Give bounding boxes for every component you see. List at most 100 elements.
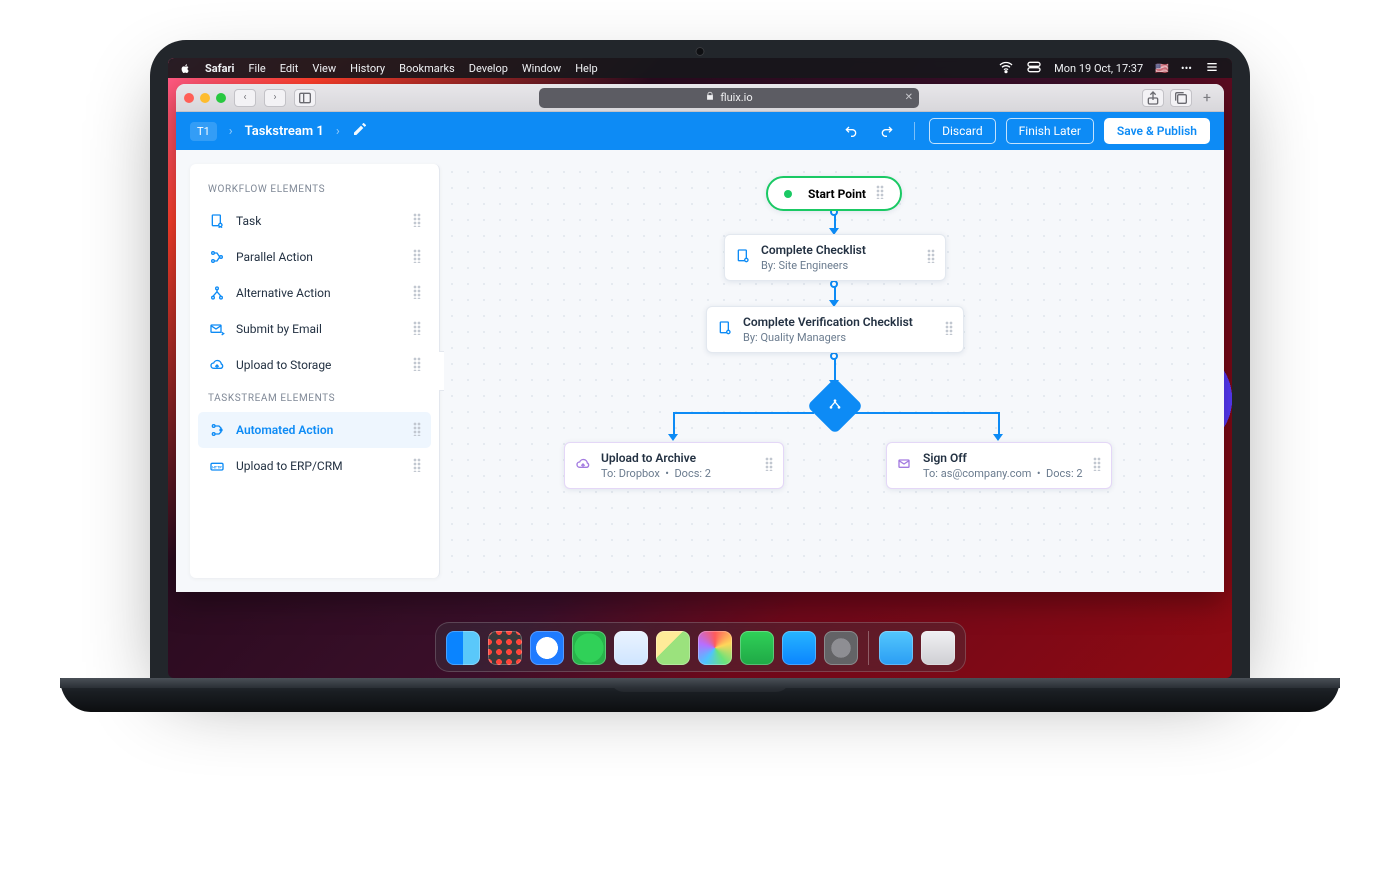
drag-handle-icon[interactable] [413, 285, 421, 302]
window-zoom-icon[interactable] [216, 93, 226, 103]
parallel-branch-icon [208, 248, 226, 266]
sidebar-item-submit-email[interactable]: Submit by Email [198, 311, 431, 347]
dock-launchpad-icon[interactable] [488, 631, 522, 665]
breadcrumb-code[interactable]: T1 [190, 122, 217, 141]
workflow-canvas[interactable]: Start Point Complete Checklist [444, 164, 1210, 578]
dock-downloads-icon[interactable] [879, 631, 913, 665]
sidebar-item-label: Task [236, 214, 261, 228]
flow-node-upload-archive[interactable]: Upload to Archive To: Dropbox • Docs: 2 [564, 442, 784, 489]
address-bar[interactable]: fluix.io ✕ [539, 88, 919, 108]
sidebar-item-label: Automated Action [236, 423, 333, 437]
menubar-item-view[interactable]: View [312, 62, 336, 75]
dock-safari-icon[interactable] [530, 631, 564, 665]
menubar-item-history[interactable]: History [350, 62, 385, 75]
flow-node-verification[interactable]: Complete Verification Checklist By: Qual… [706, 306, 964, 353]
dock-maps-icon[interactable] [656, 631, 690, 665]
drag-handle-icon[interactable] [413, 422, 421, 439]
envelope-send-icon [208, 320, 226, 338]
menubar-item-window[interactable]: Window [522, 62, 561, 75]
input-locale-flag-icon[interactable]: 🇺🇸 [1155, 62, 1169, 75]
drag-handle-icon[interactable] [413, 249, 421, 266]
tabs-button[interactable] [1170, 89, 1192, 107]
menubar-item-bookmarks[interactable]: Bookmarks [399, 62, 455, 75]
breadcrumb-name[interactable]: Taskstream 1 [245, 124, 324, 139]
stop-reload-icon[interactable]: ✕ [905, 92, 913, 103]
sidebar-item-automated[interactable]: Automated Action [198, 412, 431, 448]
laptop-base [60, 678, 1340, 712]
node-title: Complete Verification Checklist [743, 315, 913, 329]
sidebar-item-label: Submit by Email [236, 322, 322, 336]
sidebar-item-parallel[interactable]: Parallel Action [198, 239, 431, 275]
dock-preferences-icon[interactable] [824, 631, 858, 665]
sidebar-item-alternative[interactable]: Alternative Action [198, 275, 431, 311]
window-close-icon[interactable] [184, 93, 194, 103]
notification-center-icon[interactable] [1204, 59, 1220, 78]
dock-photos-icon[interactable] [698, 631, 732, 665]
drag-handle-icon[interactable] [413, 213, 421, 230]
elements-sidebar: WORKFLOW ELEMENTS Task [190, 164, 440, 578]
nav-back-button[interactable]: ‹ [234, 89, 256, 107]
sidebar-item-upload-storage[interactable]: Upload to Storage [198, 347, 431, 383]
drag-handle-icon[interactable] [945, 321, 953, 338]
flow-node-checklist[interactable]: Complete Checklist By: Site Engineers [724, 234, 946, 281]
flow-start-label: Start Point [808, 187, 866, 201]
http-badge-icon: HTTP [208, 457, 226, 475]
sidebar-item-label: Upload to Storage [236, 358, 331, 372]
sidebar-item-task[interactable]: Task [198, 203, 431, 239]
sidebar-item-label: Alternative Action [236, 286, 331, 300]
drag-handle-icon[interactable] [1093, 457, 1101, 474]
sidebar-item-label: Upload to ERP/CRM [236, 459, 343, 473]
address-bar-url: fluix.io [720, 91, 752, 104]
apple-logo-icon[interactable] [180, 63, 191, 74]
menubar-item-help[interactable]: Help [575, 62, 598, 75]
discard-button[interactable]: Discard [929, 118, 996, 144]
sidebar-section-taskstream: TASKSTREAM ELEMENTS [198, 383, 431, 412]
macos-dock [435, 622, 966, 672]
document-user-icon [735, 248, 751, 267]
drag-handle-icon[interactable] [413, 321, 421, 338]
flow-node-signoff[interactable]: Sign Off To: as@company.com • Docs: 2 [886, 442, 1112, 489]
breadcrumb-separator-icon: › [229, 124, 233, 139]
drag-handle-icon[interactable] [413, 357, 421, 374]
flow-split-node[interactable] [807, 378, 864, 435]
drag-handle-icon[interactable] [876, 185, 884, 202]
dock-appstore-icon[interactable] [782, 631, 816, 665]
document-user-icon [208, 212, 226, 230]
edit-name-icon[interactable] [352, 121, 368, 141]
new-tab-button[interactable]: + [1198, 89, 1216, 107]
undo-button[interactable] [838, 118, 864, 144]
menubar-item-develop[interactable]: Develop [469, 62, 508, 75]
drag-handle-icon[interactable] [765, 457, 773, 474]
sidebar-item-label: Parallel Action [236, 250, 313, 264]
control-center-icon[interactable] [1026, 59, 1042, 78]
node-title: Upload to Archive [601, 451, 711, 465]
node-title: Complete Checklist [761, 243, 866, 257]
finish-later-button[interactable]: Finish Later [1006, 118, 1094, 144]
sidebar-toggle-button[interactable] [294, 89, 316, 107]
dock-facetime-icon[interactable] [740, 631, 774, 665]
macos-menubar: Safari File Edit View History Bookmarks … [168, 58, 1232, 78]
dock-messages-icon[interactable] [572, 631, 606, 665]
drag-handle-icon[interactable] [413, 458, 421, 475]
flow-start-node[interactable]: Start Point [766, 176, 902, 211]
drag-handle-icon[interactable] [927, 249, 935, 266]
window-minimize-icon[interactable] [200, 93, 210, 103]
menubar-item-file[interactable]: File [248, 62, 265, 75]
menubar-clock[interactable]: Mon 19 Oct, 17:37 [1054, 62, 1143, 75]
wifi-icon[interactable] [998, 59, 1014, 78]
redo-button[interactable] [874, 118, 900, 144]
cloud-upload-icon [575, 456, 591, 475]
menubar-app-name[interactable]: Safari [205, 62, 234, 75]
save-publish-button[interactable]: Save & Publish [1104, 118, 1210, 144]
menubar-overflow-icon[interactable]: ••• [1181, 62, 1192, 75]
menubar-item-edit[interactable]: Edit [280, 62, 299, 75]
node-title: Sign Off [923, 451, 1083, 465]
dock-trash-icon[interactable] [921, 631, 955, 665]
status-dot-icon [784, 190, 792, 198]
dock-finder-icon[interactable] [446, 631, 480, 665]
sidebar-item-upload-erp[interactable]: HTTP Upload to ERP/CRM [198, 448, 431, 484]
nav-forward-button[interactable]: › [264, 89, 286, 107]
node-subtitle: By: Quality Managers [743, 331, 913, 344]
share-button[interactable] [1142, 89, 1164, 107]
dock-mail-icon[interactable] [614, 631, 648, 665]
